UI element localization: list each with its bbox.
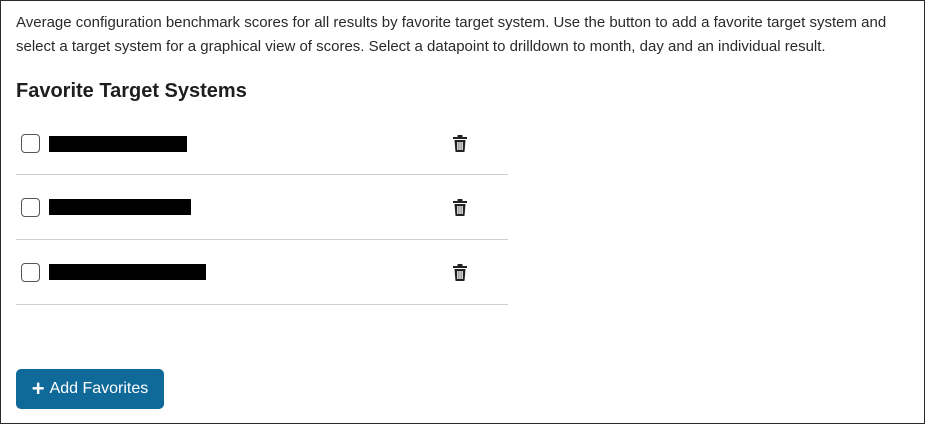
favorite-checkbox[interactable] — [21, 262, 40, 282]
plus-icon: + — [31, 376, 45, 401]
add-favorites-label: Add Favorites — [49, 380, 149, 397]
panel-description: Average configuration benchmark scores f… — [16, 14, 887, 55]
favorite-name-redacted[interactable] — [49, 199, 191, 215]
favorite-name-redacted[interactable] — [49, 264, 206, 280]
favorite-name-redacted[interactable] — [49, 135, 187, 152]
favorite-checkbox[interactable] — [21, 134, 40, 153]
favorite-row — [16, 240, 508, 305]
favorites-panel: Average configuration benchmark scores f… — [0, 0, 925, 424]
section-title: Favorite Target Systems — [16, 80, 247, 102]
trash-icon[interactable] — [452, 198, 468, 216]
favorite-checkbox[interactable] — [21, 197, 40, 217]
trash-icon[interactable] — [452, 135, 468, 153]
trash-icon[interactable] — [452, 263, 468, 281]
favorite-row — [16, 175, 508, 240]
favorite-row — [16, 113, 508, 175]
add-favorites-button[interactable]: + Add Favorites — [16, 369, 164, 409]
favorites-list — [16, 113, 508, 305]
